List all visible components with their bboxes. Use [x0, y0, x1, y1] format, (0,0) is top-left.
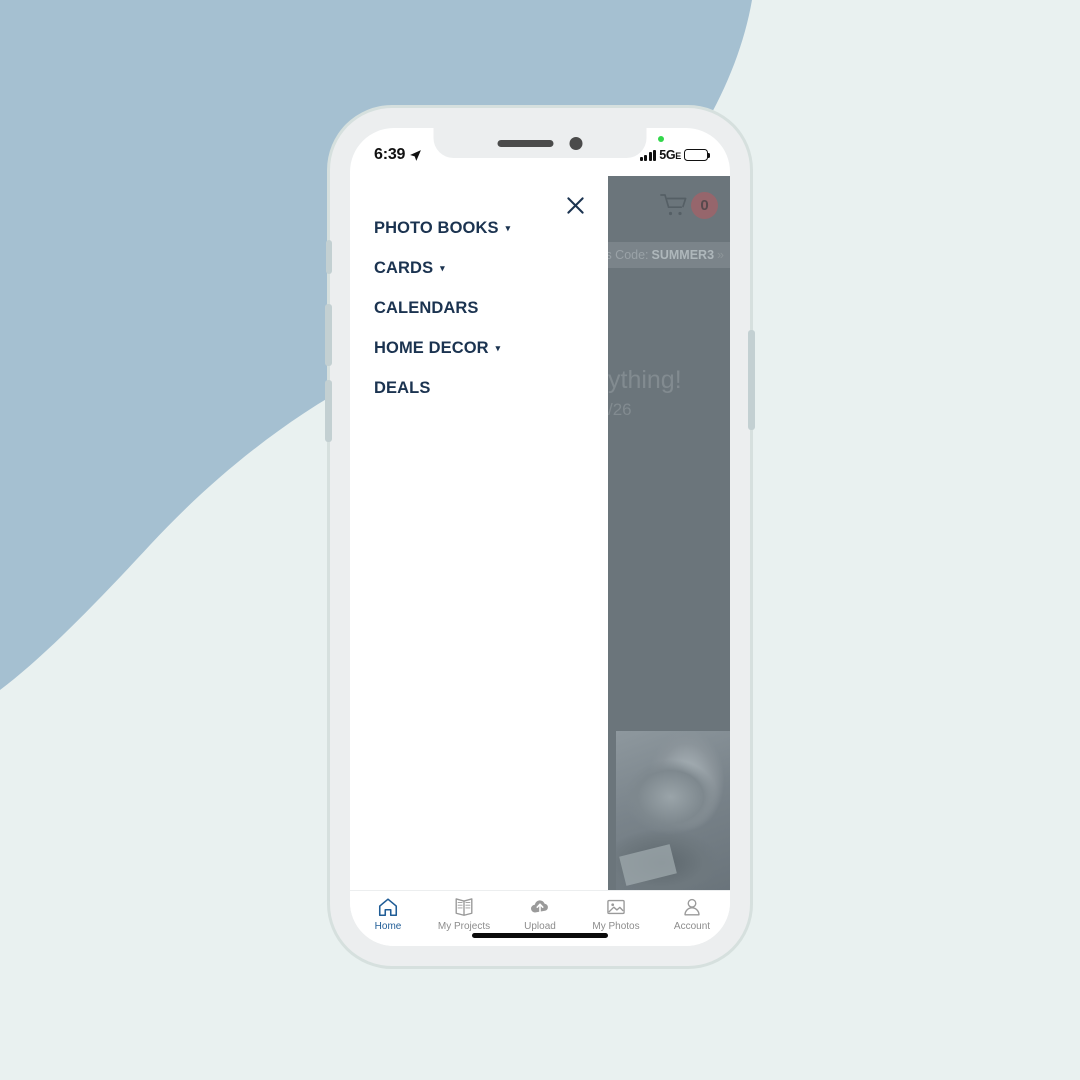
mute-switch[interactable] — [326, 240, 332, 274]
dimmed-background-page: 0 s Code: SUMMER3 » ything! /26 — [608, 176, 730, 896]
hero-headline: ything! — [608, 366, 682, 394]
battery-icon — [684, 149, 711, 161]
tab-upload[interactable]: Upload — [502, 896, 578, 932]
promo-prefix: s Code: — [608, 248, 649, 262]
location-arrow-icon — [410, 149, 422, 161]
shopping-cart-icon — [660, 194, 687, 216]
recording-indicator-dot — [658, 136, 664, 142]
promo-code: SUMMER3 — [651, 248, 715, 262]
chevron-down-icon: ▾ — [440, 262, 445, 273]
menu-item-label: CALENDARS — [374, 298, 479, 317]
person-icon — [684, 898, 700, 916]
menu-item-label: CARDS — [374, 258, 434, 277]
power-button[interactable] — [748, 330, 755, 430]
home-icon — [378, 898, 398, 917]
network-label: 5GE — [659, 148, 681, 162]
menu-item-photo-books[interactable]: PHOTO BOOKS ▾ — [374, 208, 590, 248]
home-indicator[interactable] — [472, 933, 608, 938]
volume-up-button[interactable] — [325, 304, 332, 366]
cart-button[interactable]: 0 — [659, 191, 718, 219]
camera-icon — [569, 136, 583, 150]
tab-label: Upload — [524, 921, 556, 932]
site-header: 0 — [608, 176, 730, 234]
menu-item-home-decor[interactable]: HOME DECOR ▾ — [374, 328, 590, 368]
cart-count-badge: 0 — [691, 191, 718, 219]
menu-item-deals[interactable]: DEALS — [374, 368, 590, 408]
speaker-icon — [497, 139, 554, 147]
menu-list: PHOTO BOOKS ▾ CARDS ▾ CALENDARS HOME DEC… — [374, 208, 590, 408]
tab-label: My Projects — [437, 921, 491, 932]
phone-screen: 6:39 5GE 0 s Code: SUMMER3 » ything! /26… — [350, 128, 730, 946]
hero-photo — [616, 731, 730, 896]
menu-item-label: PHOTO BOOKS — [374, 218, 499, 237]
navigation-menu-panel: PHOTO BOOKS ▾ CARDS ▾ CALENDARS HOME DEC… — [350, 176, 608, 896]
tab-label: My Photos — [592, 921, 640, 932]
chevron-down-icon: ▾ — [505, 222, 511, 233]
tab-account[interactable]: Account — [654, 896, 730, 932]
tab-label: Account — [673, 921, 711, 932]
cellular-signal-icon — [639, 149, 657, 161]
menu-item-label: DEALS — [374, 378, 431, 397]
status-time: 6:39 — [374, 146, 406, 163]
status-left: 6:39 — [374, 146, 422, 164]
status-right: 5GE — [639, 148, 711, 162]
cloud-upload-icon — [531, 900, 548, 913]
menu-item-cards[interactable]: CARDS ▾ — [374, 248, 590, 288]
tab-label: Home — [374, 921, 402, 932]
chevron-down-icon: ▾ — [495, 342, 501, 353]
promo-banner[interactable]: s Code: SUMMER3 » — [608, 242, 730, 268]
notch — [433, 128, 647, 158]
hero-text: ything! /26 — [608, 366, 730, 420]
tab-my-photos[interactable]: My Photos — [578, 896, 654, 932]
menu-item-calendars[interactable]: CALENDARS — [374, 288, 590, 328]
promo-chevron: » — [717, 248, 724, 262]
tab-home[interactable]: Home — [350, 896, 426, 932]
volume-down-button[interactable] — [325, 380, 332, 442]
menu-item-label: HOME DECOR — [374, 338, 489, 357]
phone-frame: 6:39 5GE 0 s Code: SUMMER3 » ything! /26… — [325, 108, 755, 966]
hero-subline: /26 — [608, 399, 632, 419]
tab-my-projects[interactable]: My Projects — [426, 896, 502, 932]
photo-icon — [607, 899, 625, 915]
book-icon — [455, 898, 473, 916]
